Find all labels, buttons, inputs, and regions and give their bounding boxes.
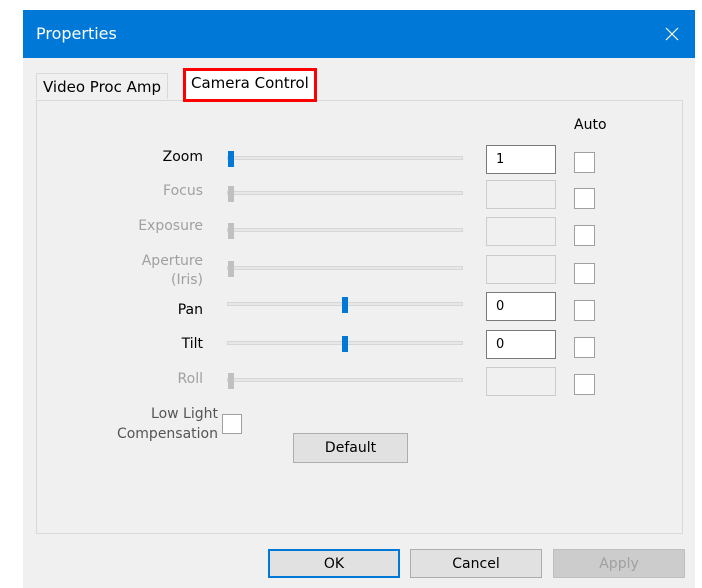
aperture-slider[interactable] — [227, 261, 463, 277]
window-title: Properties — [36, 24, 117, 43]
pan-auto-checkbox[interactable] — [574, 300, 595, 321]
exposure-value-field[interactable] — [486, 217, 556, 246]
roll-slider-thumb[interactable] — [228, 373, 234, 389]
focus-slider-thumb[interactable] — [228, 186, 234, 202]
zoom-auto-checkbox[interactable] — [574, 152, 595, 173]
close-icon — [665, 27, 679, 41]
aperture-label-line2: (Iris) — [171, 272, 203, 288]
exposure-slider-thumb[interactable] — [228, 223, 234, 239]
cancel-button[interactable]: Cancel — [410, 549, 542, 578]
zoom-slider[interactable] — [227, 151, 463, 167]
low-light-label-line1: Low Light — [151, 406, 218, 422]
aperture-label-line1: Aperture — [141, 253, 203, 269]
tilt-slider-thumb[interactable] — [342, 336, 348, 352]
title-bar: Properties — [23, 10, 695, 58]
tilt-auto-checkbox[interactable] — [574, 337, 595, 358]
ok-button[interactable]: OK — [268, 549, 400, 578]
default-button[interactable]: Default — [293, 433, 408, 463]
low-light-label-line2: Compensation — [116, 426, 218, 442]
focus-label: Focus — [163, 183, 203, 199]
zoom-slider-thumb[interactable] — [228, 151, 234, 167]
pan-label: Pan — [177, 302, 203, 318]
low-light-label: Low Light Compensation — [100, 404, 218, 444]
exposure-auto-checkbox[interactable] — [574, 225, 595, 246]
roll-label: Roll — [177, 371, 203, 387]
focus-value-field[interactable] — [486, 180, 556, 209]
tilt-slider[interactable] — [227, 336, 463, 352]
tab-label: Video Proc Amp — [43, 78, 162, 96]
pan-slider[interactable] — [227, 297, 463, 313]
pan-slider-thumb[interactable] — [342, 297, 348, 313]
roll-slider[interactable] — [227, 373, 463, 389]
tab-video-proc-amp[interactable]: Video Proc Amp — [36, 73, 169, 99]
auto-column-header: Auto — [574, 117, 607, 133]
aperture-value-field[interactable] — [486, 255, 556, 284]
apply-button[interactable]: Apply — [553, 549, 685, 578]
focus-auto-checkbox[interactable] — [574, 188, 595, 209]
aperture-slider-thumb[interactable] — [228, 261, 234, 277]
low-light-checkbox[interactable] — [222, 414, 242, 434]
roll-value-field[interactable] — [486, 367, 556, 396]
tab-label: Camera Control — [191, 74, 309, 92]
aperture-auto-checkbox[interactable] — [574, 263, 595, 284]
tab-camera-control[interactable]: Camera Control — [183, 68, 317, 102]
roll-auto-checkbox[interactable] — [574, 374, 595, 395]
close-button[interactable] — [649, 10, 695, 58]
focus-slider[interactable] — [227, 186, 463, 202]
exposure-label: Exposure — [138, 218, 203, 234]
properties-dialog: Video Proc Amp Camera Control — [23, 58, 695, 588]
zoom-label: Zoom — [162, 149, 203, 165]
tilt-label: Tilt — [181, 336, 203, 352]
exposure-slider[interactable] — [227, 223, 463, 239]
pan-value-field[interactable]: 0 — [486, 292, 556, 321]
zoom-value-field[interactable]: 1 — [486, 145, 556, 174]
tilt-value-field[interactable]: 0 — [486, 330, 556, 359]
